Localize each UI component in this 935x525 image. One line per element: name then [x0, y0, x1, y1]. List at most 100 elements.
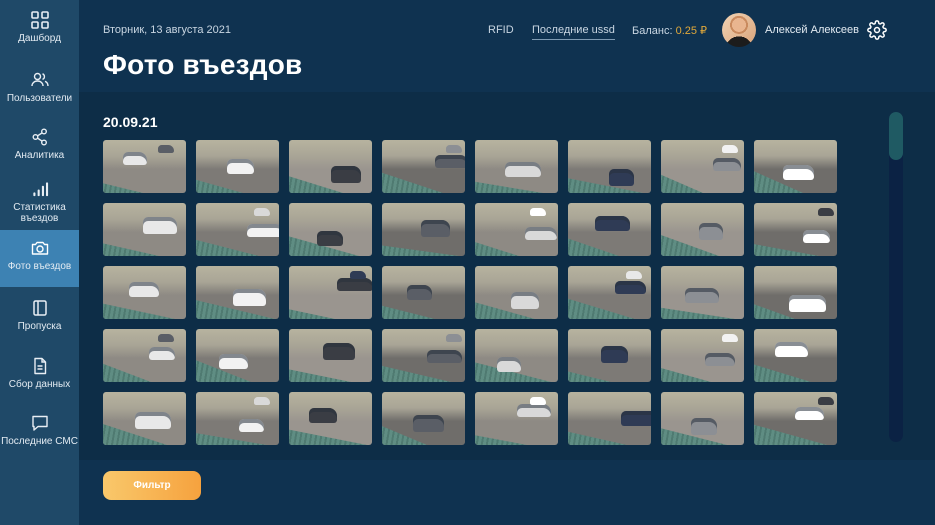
car-shape	[685, 288, 719, 303]
entry-photo[interactable]	[382, 329, 465, 382]
scrollbar-thumb[interactable]	[889, 112, 903, 160]
avatar[interactable]	[722, 13, 756, 47]
entry-photo[interactable]	[754, 140, 837, 193]
car-shape	[233, 289, 266, 306]
entry-photo[interactable]	[661, 140, 744, 193]
car-shape	[227, 159, 254, 174]
entry-photo[interactable]	[661, 203, 744, 256]
entry-photo[interactable]	[661, 266, 744, 319]
entry-photo[interactable]	[196, 329, 279, 382]
roof-shape	[289, 309, 335, 319]
entry-photo[interactable]	[382, 392, 465, 445]
photo-gallery: 20.09.21	[79, 92, 935, 460]
car-shape	[413, 415, 444, 432]
entry-photo[interactable]	[568, 203, 651, 256]
sidebar-item-passes[interactable]: Пропуска	[0, 298, 79, 334]
entry-photo[interactable]	[103, 140, 186, 193]
entry-photo[interactable]	[568, 266, 651, 319]
scrollbar[interactable]	[889, 112, 903, 442]
entry-photo[interactable]	[103, 266, 186, 319]
sidebar-item-data-collection[interactable]: Сбор данных	[0, 356, 79, 392]
car-shape	[435, 155, 465, 168]
entry-photo[interactable]	[382, 203, 465, 256]
entry-photo[interactable]	[475, 329, 558, 382]
entry-photo[interactable]	[475, 392, 558, 445]
sidebar-item-label: Аналитика	[14, 150, 65, 161]
sidebar-item-label: Пропуска	[17, 321, 62, 332]
sidebar-item-label: Последние СМС	[1, 436, 78, 447]
entry-photo[interactable]	[289, 266, 372, 319]
entry-photo[interactable]	[196, 203, 279, 256]
entry-photo[interactable]	[754, 392, 837, 445]
roof-shape	[661, 174, 703, 193]
roof-shape	[661, 368, 711, 382]
filter-button[interactable]: Фильтр	[103, 471, 201, 500]
roof-shape	[475, 242, 519, 256]
balance-label: Баланс:	[632, 25, 673, 37]
roof-shape	[382, 245, 459, 256]
car-shape	[254, 397, 270, 405]
entry-photo[interactable]	[289, 392, 372, 445]
car-shape	[818, 397, 834, 405]
roof-shape	[382, 305, 435, 319]
entry-photo[interactable]	[289, 329, 372, 382]
rfid-link[interactable]: RFID	[488, 24, 514, 36]
car-shape	[309, 408, 337, 423]
car-shape	[323, 343, 355, 360]
car-shape	[337, 278, 372, 291]
entry-photo[interactable]	[661, 329, 744, 382]
last-ussd-link[interactable]: Последние ussd	[532, 24, 615, 40]
roof-shape	[568, 431, 627, 445]
camera-icon	[31, 241, 48, 255]
entry-photo[interactable]	[568, 392, 651, 445]
balance: Баланс: 0.25 ₽	[632, 24, 707, 37]
car-shape	[705, 353, 735, 366]
entry-photo[interactable]	[103, 392, 186, 445]
entry-photo[interactable]	[475, 203, 558, 256]
balance-value: 0.25 ₽	[675, 25, 708, 37]
pass-icon	[32, 300, 47, 316]
entry-photo[interactable]	[475, 266, 558, 319]
entry-photo[interactable]	[196, 140, 279, 193]
entry-photo[interactable]	[196, 266, 279, 319]
entry-photo[interactable]	[754, 203, 837, 256]
sidebar-item-entry-photos[interactable]: Фото въездов	[0, 230, 79, 287]
sidebar-item-analytics[interactable]: Аналитика	[0, 127, 79, 163]
roof-shape	[568, 371, 611, 382]
users-icon	[30, 72, 49, 87]
car-shape	[158, 334, 174, 342]
page-title: Фото въездов	[103, 49, 303, 80]
entry-photo[interactable]	[475, 140, 558, 193]
car-shape	[446, 145, 462, 153]
entry-photo[interactable]	[568, 329, 651, 382]
sidebar-item-entry-stats[interactable]: Статистика въездов	[0, 180, 79, 224]
car-shape	[143, 217, 177, 234]
entry-photo[interactable]	[754, 266, 837, 319]
entry-photo[interactable]	[196, 392, 279, 445]
share-icon	[32, 128, 47, 146]
entry-photo[interactable]	[754, 329, 837, 382]
car-shape	[722, 145, 738, 153]
sidebar-item-dashboard[interactable]: Дашборд	[0, 10, 79, 50]
sidebar-item-users[interactable]: Пользователи	[0, 70, 79, 106]
entry-photo[interactable]	[661, 392, 744, 445]
roof-shape	[475, 181, 543, 193]
gear-icon[interactable]	[867, 20, 887, 40]
roof-shape	[475, 435, 527, 445]
sidebar-item-last-sms[interactable]: Последние СМС	[0, 413, 79, 449]
entry-photo[interactable]	[103, 329, 186, 382]
entry-photo[interactable]	[568, 140, 651, 193]
user-name[interactable]: Алексей Алексеев	[765, 24, 859, 36]
roof-shape	[289, 429, 367, 445]
entry-photo[interactable]	[382, 140, 465, 193]
entry-photo[interactable]	[382, 266, 465, 319]
entry-photo[interactable]	[289, 140, 372, 193]
entry-photo[interactable]	[289, 203, 372, 256]
car-shape	[446, 334, 462, 342]
car-shape	[135, 412, 171, 429]
car-shape	[818, 208, 834, 216]
roof-shape	[103, 303, 175, 319]
roof-shape	[196, 179, 243, 193]
entry-photo[interactable]	[103, 203, 186, 256]
roof-shape	[103, 363, 151, 382]
